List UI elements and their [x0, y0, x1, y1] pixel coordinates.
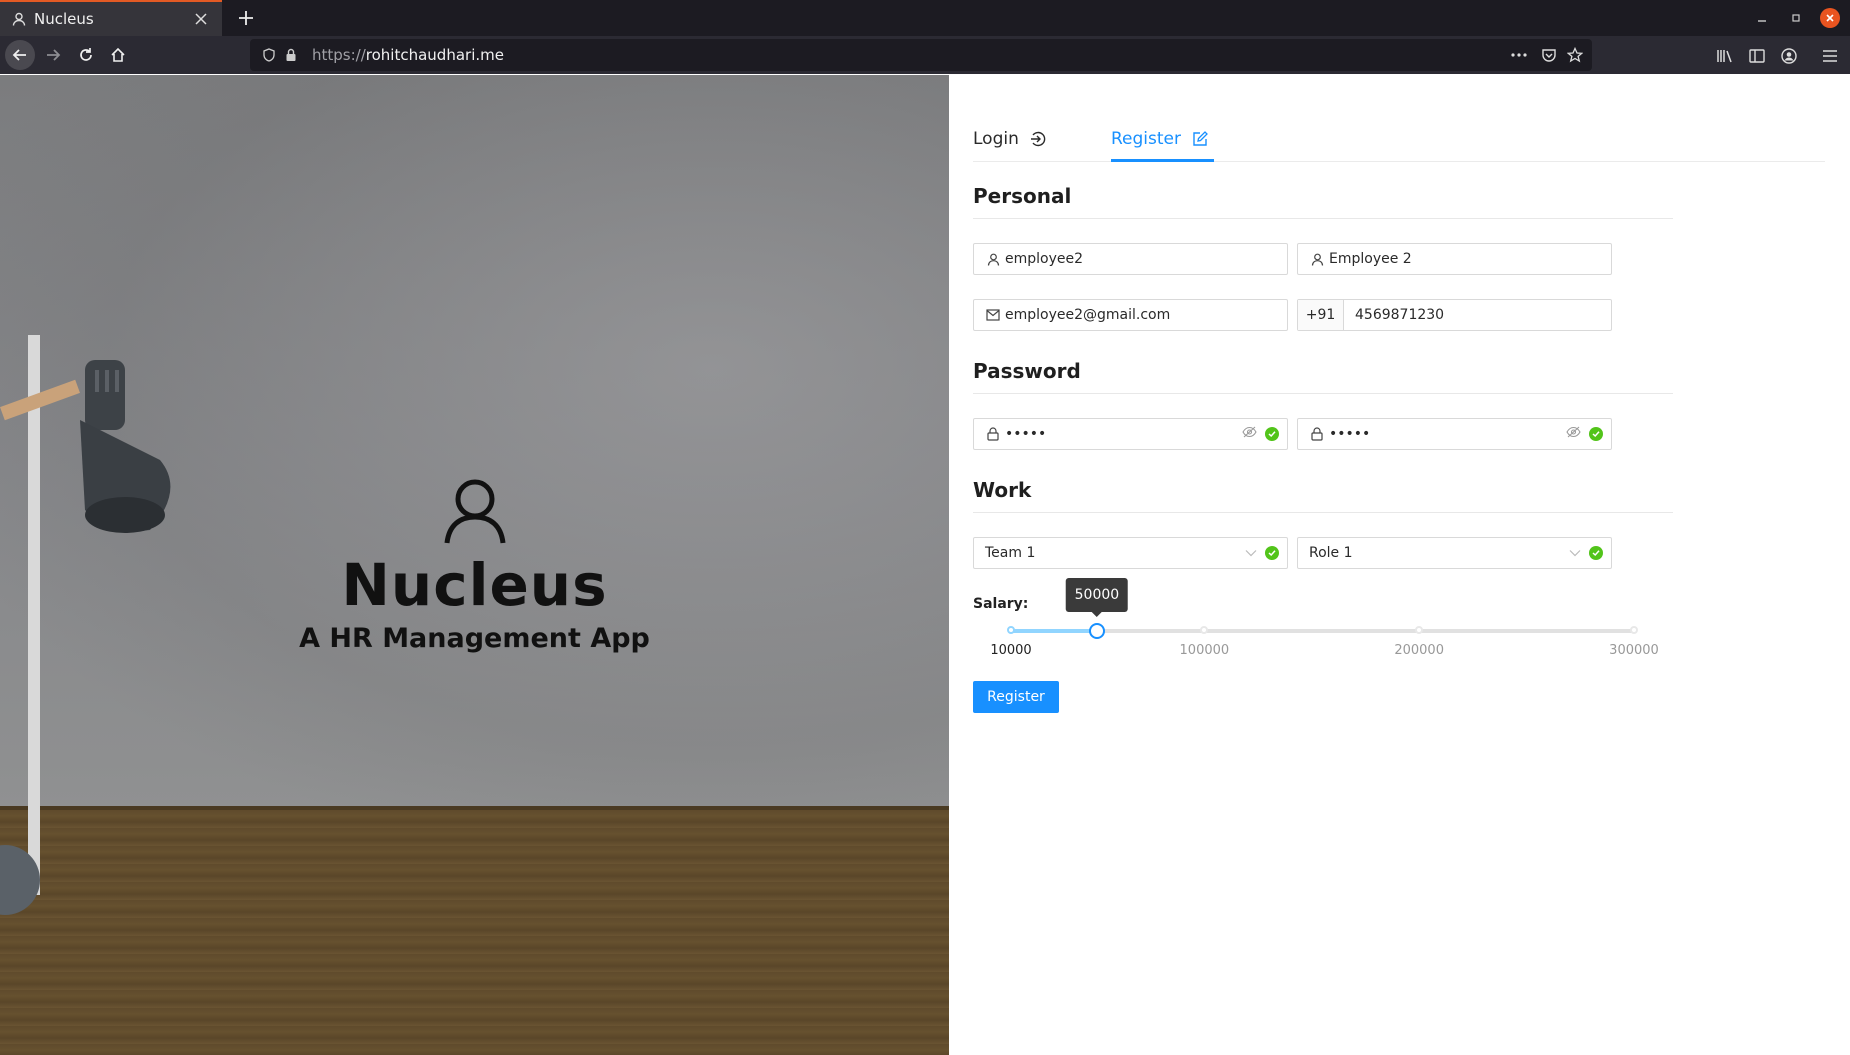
eye-invisible-icon[interactable] — [1566, 426, 1581, 442]
confirm-password-field[interactable]: ••••• — [1297, 418, 1612, 450]
hero-title: Nucleus — [341, 551, 608, 619]
user-icon — [440, 475, 510, 545]
success-check-icon — [1589, 427, 1603, 441]
window-close-button[interactable] — [1820, 8, 1840, 28]
lock-icon — [985, 426, 1001, 442]
edit-icon — [1191, 130, 1209, 148]
salary-mark-label[interactable]: 300000 — [1609, 643, 1659, 658]
hero-content: Nucleus A HR Management App — [0, 475, 949, 654]
forward-button[interactable] — [38, 40, 68, 70]
section-title-personal: Personal — [973, 184, 1072, 208]
user-icon — [10, 10, 28, 28]
close-icon[interactable] — [190, 8, 212, 30]
salary-slider[interactable] — [1007, 623, 1638, 639]
phone-value: 4569871230 — [1355, 307, 1445, 323]
section-title-work: Work — [973, 478, 1032, 502]
register-submit-button[interactable]: Register — [973, 681, 1059, 713]
role-select[interactable]: Role 1 — [1297, 537, 1612, 569]
browser-tab[interactable]: Nucleus — [0, 0, 222, 36]
team-select[interactable]: Team 1 — [973, 537, 1288, 569]
tab-login-label: Login — [973, 128, 1019, 149]
role-select-value: Role 1 — [1309, 545, 1353, 561]
tab-title: Nucleus — [34, 10, 94, 28]
user-icon — [985, 251, 1001, 267]
register-panel: Login Register Personal employee2 Employ… — [949, 75, 1850, 1055]
url-text: https://rohitchaudhari.me — [312, 46, 504, 64]
tab-register-label: Register — [1111, 128, 1181, 149]
eye-invisible-icon[interactable] — [1242, 426, 1257, 442]
more-actions-icon[interactable] — [1508, 44, 1530, 66]
username-value: employee2 — [1005, 251, 1084, 267]
success-check-icon — [1265, 427, 1279, 441]
section-divider — [973, 393, 1673, 394]
account-icon[interactable] — [1778, 45, 1800, 67]
phone-prefix: +91 — [1298, 300, 1344, 330]
address-bar[interactable]: https://rohitchaudhari.me — [250, 39, 1592, 71]
lock-icon — [1309, 426, 1325, 442]
page: Nucleus A HR Management App Login Regist… — [0, 75, 1850, 1055]
minimize-button[interactable] — [1752, 8, 1772, 28]
email-field[interactable]: employee2@gmail.com — [973, 299, 1288, 331]
menu-icon[interactable] — [1819, 45, 1841, 67]
salary-slider-dot[interactable] — [1007, 626, 1015, 634]
user-icon — [1309, 251, 1325, 267]
new-tab-button[interactable] — [232, 4, 260, 32]
chevron-down-icon — [1569, 545, 1581, 561]
chevron-down-icon — [1245, 545, 1257, 561]
section-divider — [973, 218, 1673, 219]
shield-icon[interactable] — [258, 44, 280, 66]
reload-button[interactable] — [71, 40, 101, 70]
tab-login[interactable]: Login — [973, 115, 1047, 162]
salary-slider-handle[interactable] — [1088, 623, 1105, 639]
bookmark-star-icon[interactable] — [1564, 44, 1586, 66]
confirm-password-value: ••••• — [1329, 426, 1371, 442]
hero-panel: Nucleus A HR Management App — [0, 75, 949, 1055]
email-value: employee2@gmail.com — [1005, 307, 1171, 323]
salary-slider-dot[interactable] — [1630, 626, 1638, 634]
tab-active-indicator — [1111, 159, 1214, 162]
url-host: rohitchaudhari.me — [365, 46, 504, 64]
section-title-password: Password — [973, 359, 1081, 383]
username-field[interactable]: employee2 — [973, 243, 1288, 275]
salary-slider-dot[interactable] — [1200, 626, 1209, 634]
browser-tab-bar: Nucleus — [0, 0, 1850, 36]
success-check-icon — [1589, 546, 1603, 560]
salary-slider-track — [1011, 629, 1097, 633]
password-value: ••••• — [1005, 426, 1047, 442]
name-field[interactable]: Employee 2 — [1297, 243, 1612, 275]
section-divider — [973, 512, 1673, 513]
salary-mark-label[interactable]: 100000 — [1180, 643, 1230, 658]
maximize-button[interactable] — [1786, 8, 1806, 28]
salary-label: Salary: — [973, 596, 1029, 612]
success-check-icon — [1265, 546, 1279, 560]
salary-mark-label[interactable]: 200000 — [1394, 643, 1444, 658]
sidebar-icon[interactable] — [1746, 45, 1768, 67]
hero-subtitle: A HR Management App — [299, 623, 650, 654]
phone-field[interactable]: +91 4569871230 — [1297, 299, 1612, 331]
browser-nav-bar: https://rohitchaudhari.me — [0, 36, 1850, 74]
home-button[interactable] — [103, 40, 133, 70]
pocket-icon[interactable] — [1538, 44, 1560, 66]
salary-mark-label[interactable]: 10000 — [990, 643, 1031, 658]
url-protocol: https:// — [312, 46, 366, 64]
salary-tooltip: 50000 — [1065, 578, 1129, 617]
back-button[interactable] — [5, 40, 35, 70]
name-value: Employee 2 — [1329, 251, 1412, 267]
password-field[interactable]: ••••• — [973, 418, 1288, 450]
tab-register[interactable]: Register — [1111, 115, 1209, 162]
hero-background-desk — [0, 810, 949, 1055]
lock-icon[interactable] — [280, 44, 302, 66]
login-icon — [1029, 130, 1047, 148]
team-select-value: Team 1 — [985, 545, 1036, 561]
salary-slider-dot[interactable] — [1415, 626, 1424, 634]
mail-icon — [985, 307, 1001, 323]
library-icon[interactable] — [1714, 45, 1736, 67]
auth-tabs: Login Register — [973, 115, 1825, 162]
